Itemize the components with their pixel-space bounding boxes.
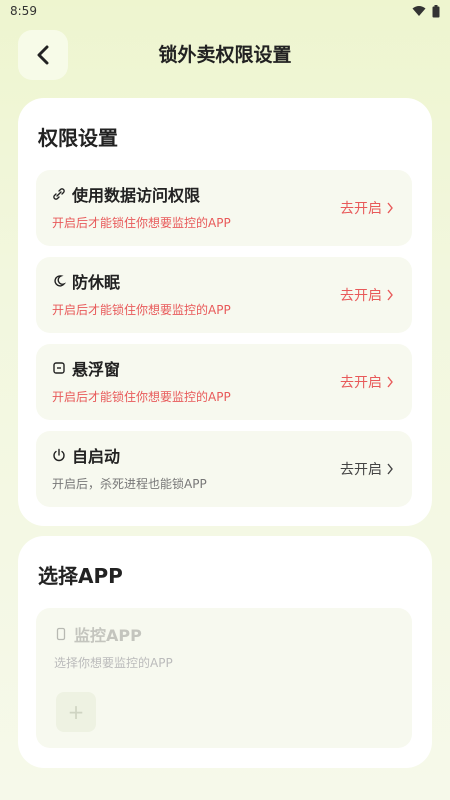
battery-icon bbox=[432, 4, 440, 17]
chevron-right-icon bbox=[387, 376, 393, 388]
monitor-app-title: 监控APP bbox=[74, 626, 142, 645]
phone-icon bbox=[54, 627, 68, 641]
select-app-title: 选择APP bbox=[38, 564, 123, 588]
chevron-right-icon bbox=[387, 463, 393, 475]
wifi-icon bbox=[412, 6, 426, 16]
enable-button[interactable]: 去开启 bbox=[340, 372, 394, 392]
permission-title: 使用数据访问权限 bbox=[72, 186, 201, 205]
permission-title: 自启动 bbox=[72, 447, 121, 466]
permission-title: 悬浮窗 bbox=[72, 360, 121, 379]
status-bar: 8:59 bbox=[0, 0, 450, 22]
chevron-right-icon bbox=[387, 289, 393, 301]
permission-title: 防休眠 bbox=[72, 273, 121, 292]
permission-anti-sleep[interactable]: 防休眠 开启后才能锁住你想要监控的APP 去开启 bbox=[36, 257, 412, 333]
status-time: 8:59 bbox=[10, 4, 37, 18]
enable-label: 去开启 bbox=[340, 201, 382, 217]
enable-label: 去开启 bbox=[340, 288, 382, 304]
enable-button[interactable]: 去开启 bbox=[340, 285, 394, 305]
chevron-right-icon bbox=[387, 202, 393, 214]
link-icon bbox=[52, 187, 66, 201]
enable-button[interactable]: 去开启 bbox=[340, 198, 394, 218]
permissions-title: 权限设置 bbox=[38, 126, 118, 150]
plus-icon: + bbox=[67, 700, 85, 724]
enable-button[interactable]: 去开启 bbox=[340, 459, 394, 479]
status-icons bbox=[412, 4, 440, 18]
power-icon bbox=[52, 448, 66, 462]
monitor-app-desc: 选择你想要监控的APP bbox=[54, 656, 173, 670]
page-title: 锁外卖权限设置 bbox=[158, 44, 292, 66]
enable-label: 去开启 bbox=[340, 462, 382, 478]
add-app-button[interactable]: + bbox=[56, 692, 96, 732]
permission-auto-start[interactable]: 自启动 开启后，杀死进程也能锁APP 去开启 bbox=[36, 431, 412, 507]
header: 锁外卖权限设置 bbox=[0, 28, 450, 80]
monitor-app-box: 监控APP 选择你想要监控的APP + bbox=[36, 608, 412, 748]
moon-icon bbox=[52, 274, 66, 288]
permissions-card: 权限设置 使用数据访问权限 开启后才能锁住你想要监控的APP 去开启 防休眠 开… bbox=[18, 98, 432, 526]
window-icon bbox=[52, 361, 66, 375]
select-app-card: 选择APP 监控APP 选择你想要监控的APP + bbox=[18, 536, 432, 768]
permission-floating-window[interactable]: 悬浮窗 开启后才能锁住你想要监控的APP 去开启 bbox=[36, 344, 412, 420]
permission-usage-access[interactable]: 使用数据访问权限 开启后才能锁住你想要监控的APP 去开启 bbox=[36, 170, 412, 246]
enable-label: 去开启 bbox=[340, 375, 382, 391]
